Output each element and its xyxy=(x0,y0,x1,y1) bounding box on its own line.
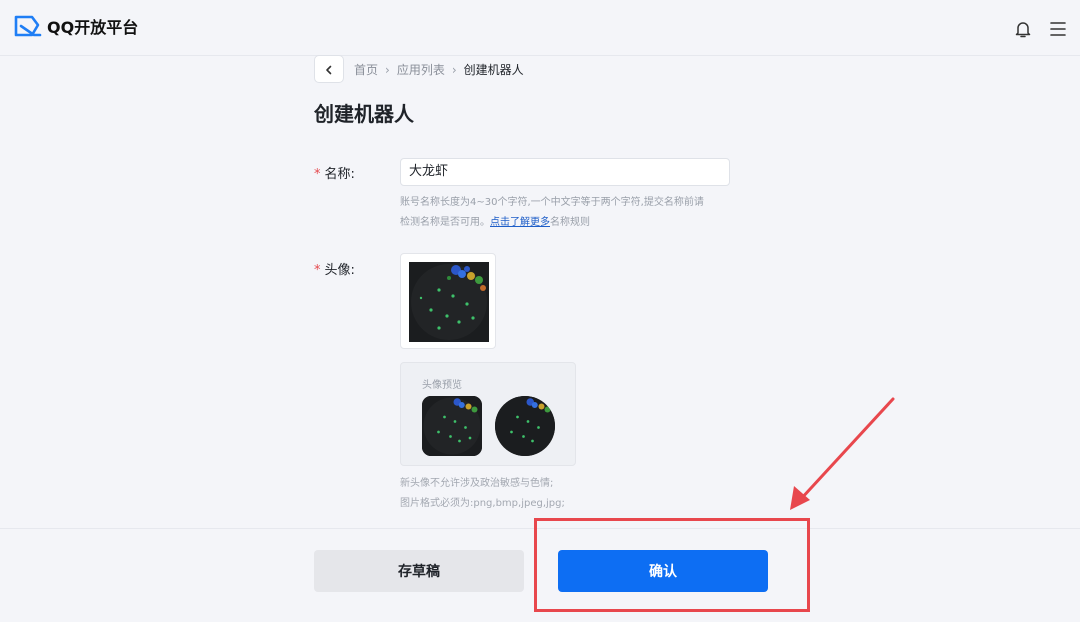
name-input[interactable]: 大龙虾 xyxy=(400,158,730,186)
breadcrumb-app-list[interactable]: 应用列表 xyxy=(397,61,445,78)
avatar-hint: 新头像不允许涉及政治敏感与色情; 图片格式必须为:png,bmp,jpeg,jp… xyxy=(400,478,565,509)
breadcrumb-current: 创建机器人 xyxy=(463,63,524,77)
avatar-preview-square xyxy=(422,396,482,456)
breadcrumb-home[interactable]: 首页 xyxy=(354,61,378,78)
annotation-highlight-box xyxy=(534,518,810,612)
chevron-right-icon: › xyxy=(385,62,390,77)
chevron-right-icon: › xyxy=(451,62,457,77)
avatar-preview-circle xyxy=(495,396,555,456)
name-hint: 账号名称长度为4~30个字符,一个中文字等于两个字符,提交名称前请 检测名称是否… xyxy=(400,197,704,228)
name-label: * 名称: xyxy=(314,167,355,182)
bell-icon[interactable] xyxy=(1013,19,1033,43)
avatar-label: * 头像: xyxy=(314,263,355,278)
qq-logo-icon xyxy=(12,14,42,38)
required-mark: * xyxy=(314,263,321,278)
save-draft-button[interactable]: 存草稿 xyxy=(314,550,524,592)
chevron-left-icon xyxy=(324,60,334,79)
preview-title: 头像预览 xyxy=(422,380,462,391)
learn-more-link[interactable]: 点击了解更多 xyxy=(490,217,550,228)
back-button[interactable] xyxy=(314,55,344,83)
logo[interactable]: QQ开放平台 xyxy=(12,14,138,38)
avatar-preview: 头像预览 xyxy=(400,362,576,466)
avatar-upload[interactable] xyxy=(400,253,496,349)
menu-icon[interactable] xyxy=(1049,20,1067,42)
logo-text: QQ开放平台 xyxy=(47,18,139,37)
top-bar: QQ开放平台 xyxy=(0,0,1080,56)
avatar-image xyxy=(409,262,489,342)
page-title: 创建机器人 xyxy=(314,102,414,126)
breadcrumb: 首页 › 应用列表 › 创建机器人 xyxy=(354,61,524,78)
required-mark: * xyxy=(314,167,321,182)
